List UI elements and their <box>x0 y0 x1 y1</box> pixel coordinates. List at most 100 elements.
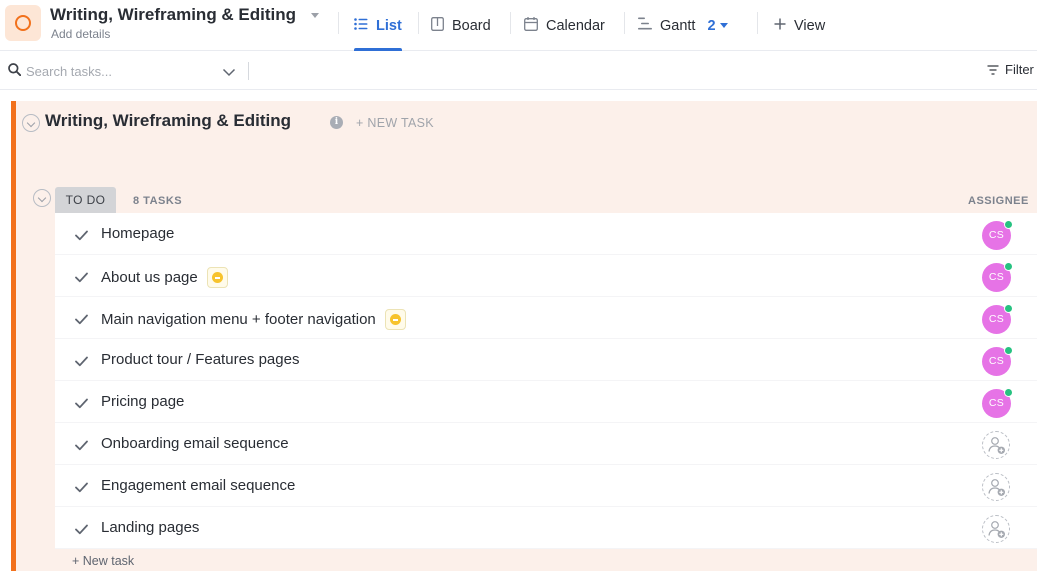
task-name-text: Main navigation menu + footer navigation <box>101 311 376 328</box>
checkmark-icon[interactable] <box>75 396 88 414</box>
priority-dot <box>211 272 223 283</box>
task-name[interactable]: Engagement email sequence <box>101 477 295 494</box>
info-icon[interactable]: i <box>330 116 343 129</box>
table-row[interactable]: Main navigation menu + footer navigation… <box>55 297 1037 339</box>
divider <box>418 12 419 34</box>
filter-button[interactable]: Filter <box>987 62 1034 77</box>
checkmark-icon[interactable] <box>75 438 88 456</box>
title-dropdown-icon[interactable] <box>311 13 319 18</box>
tab-gantt[interactable]: Gantt 2 <box>638 0 728 51</box>
online-status-dot <box>1004 262 1013 271</box>
search-bar: Filter <box>0 52 1037 90</box>
checkmark-icon[interactable] <box>75 522 88 540</box>
tab-label: Board <box>452 17 491 34</box>
table-row[interactable]: Landing pages <box>55 507 1037 549</box>
task-name[interactable]: Product tour / Features pages <box>101 351 299 368</box>
list-status-icon[interactable] <box>5 5 41 41</box>
table-row[interactable]: Pricing page CS <box>55 381 1037 423</box>
gantt-count-badge[interactable]: 2 <box>707 18 715 34</box>
gantt-icon <box>638 17 652 34</box>
avatar-initials: CS <box>988 355 1005 367</box>
task-name-text: Product tour / Features pages <box>101 351 300 368</box>
search-input[interactable] <box>26 61 216 81</box>
avatar-initials: CS <box>988 397 1005 409</box>
task-name-text: About us page <box>101 269 198 286</box>
online-status-dot <box>1004 304 1013 313</box>
calendar-icon <box>524 16 538 35</box>
search-icon <box>8 63 22 81</box>
add-assignee-icon[interactable] <box>982 473 1010 501</box>
task-name[interactable]: Pricing page <box>101 393 184 410</box>
tab-list[interactable]: List <box>354 0 402 51</box>
avatar[interactable]: CS <box>982 346 1013 376</box>
new-task-header-button[interactable]: + NEW TASK <box>356 116 434 130</box>
table-row[interactable]: Homepage CS <box>55 213 1037 255</box>
chevron-down-icon[interactable] <box>222 64 236 82</box>
chevron-down-icon[interactable] <box>719 23 728 28</box>
list-color-accent <box>11 101 16 571</box>
tab-label: Gantt <box>660 17 696 34</box>
page-title[interactable]: Writing, Wireframing & Editing <box>50 5 296 25</box>
table-row[interactable]: Onboarding email sequence <box>55 423 1037 465</box>
avatar-initials: CS <box>988 229 1005 241</box>
task-name-text: Engagement email sequence <box>101 477 296 494</box>
task-name[interactable]: Onboarding email sequence <box>101 435 289 452</box>
task-list: Homepage CS About us page CS Main navigation… <box>55 213 1037 549</box>
status-badge[interactable]: TO DO <box>55 187 116 213</box>
tab-label: Calendar <box>546 17 605 34</box>
add-details-link[interactable]: Add details <box>51 27 110 41</box>
task-name-text: Pricing page <box>101 393 185 410</box>
task-name[interactable]: Homepage <box>101 225 174 242</box>
priority-icon[interactable] <box>384 309 406 330</box>
online-status-dot <box>1004 220 1013 229</box>
collapse-list-icon[interactable] <box>22 114 40 132</box>
divider <box>624 12 625 34</box>
collapse-group-icon[interactable] <box>33 189 51 207</box>
plus-icon <box>774 18 786 34</box>
checkmark-icon[interactable] <box>75 270 88 288</box>
list-icon <box>354 17 368 34</box>
divider <box>248 62 249 80</box>
tab-board[interactable]: Board <box>431 0 491 51</box>
top-header: Writing, Wireframing & Editing Add detai… <box>0 0 1037 51</box>
avatar[interactable]: CS <box>982 304 1013 334</box>
filter-icon <box>987 64 999 75</box>
priority-dot <box>389 314 401 325</box>
task-name[interactable]: Landing pages <box>101 519 199 536</box>
tab-label: List <box>376 17 402 34</box>
task-count: 8 TASKS <box>133 195 183 207</box>
table-row[interactable]: About us page CS <box>55 255 1037 297</box>
priority-icon[interactable] <box>206 267 228 288</box>
avatar-initials: CS <box>988 271 1005 283</box>
active-tab-indicator <box>354 48 402 51</box>
avatar[interactable]: CS <box>982 388 1013 418</box>
tab-label: View <box>794 17 826 34</box>
checkmark-icon[interactable] <box>75 228 88 246</box>
task-name[interactable]: About us page <box>101 267 228 288</box>
divider <box>510 12 511 34</box>
add-view-button[interactable]: View <box>774 0 825 51</box>
avatar[interactable]: CS <box>982 262 1013 292</box>
task-name-text: Onboarding email sequence <box>101 435 289 452</box>
board-icon <box>431 16 444 35</box>
checkmark-icon[interactable] <box>75 354 88 372</box>
online-status-dot <box>1004 388 1013 397</box>
assignee-column-header[interactable]: ASSIGNEE <box>968 195 1029 207</box>
tab-calendar[interactable]: Calendar <box>524 0 605 51</box>
online-status-dot <box>1004 346 1013 355</box>
task-name[interactable]: Main navigation menu + footer navigation <box>101 309 406 330</box>
task-name-text: Landing pages <box>101 519 200 536</box>
table-row[interactable]: Product tour / Features pages CS <box>55 339 1037 381</box>
checkmark-icon[interactable] <box>75 480 88 498</box>
table-row[interactable]: Engagement email sequence <box>55 465 1037 507</box>
avatar-initials: CS <box>988 313 1005 325</box>
avatar[interactable]: CS <box>982 220 1013 250</box>
add-assignee-icon[interactable] <box>982 515 1010 543</box>
add-assignee-icon[interactable] <box>982 431 1010 459</box>
new-task-button[interactable]: + New task <box>72 554 134 568</box>
circle-icon <box>15 15 31 31</box>
checkmark-icon[interactable] <box>75 312 88 330</box>
filter-label: Filter <box>1005 62 1034 77</box>
task-name-text: Homepage <box>101 225 175 242</box>
list-title: Writing, Wireframing & Editing <box>45 111 292 130</box>
